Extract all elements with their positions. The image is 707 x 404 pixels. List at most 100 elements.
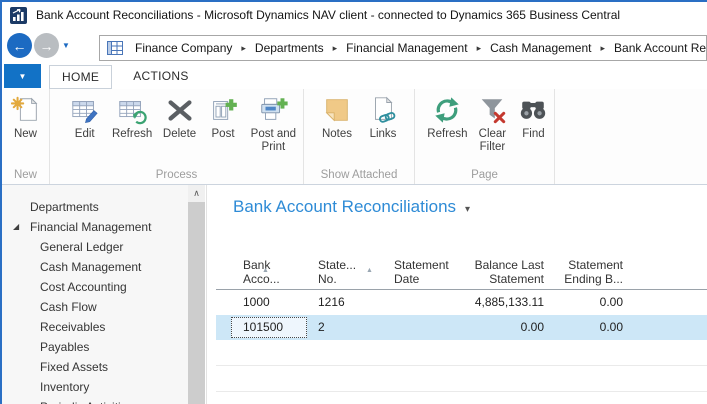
breadcrumb-separator-icon: ▸ bbox=[477, 43, 482, 54]
sidebar-item-payables[interactable]: Payables bbox=[2, 337, 188, 357]
button-label: Notes bbox=[322, 128, 352, 141]
column-header-statement-ending-balance[interactable]: Statement Ending B... bbox=[547, 258, 627, 286]
find-button[interactable]: Find bbox=[513, 94, 554, 141]
ribbon-tab-row: ▼ HOME ACTIONS bbox=[2, 63, 707, 89]
button-label: Find bbox=[522, 128, 544, 141]
cell-statement-ending-balance[interactable]: 0.00 bbox=[547, 315, 627, 340]
links-chain-icon bbox=[367, 94, 399, 126]
dynamics-nav-app-icon bbox=[10, 7, 27, 24]
button-label: Edit bbox=[75, 128, 95, 141]
sidebar-item-financial-management[interactable]: ◢ Financial Management bbox=[2, 217, 188, 237]
button-label: New bbox=[14, 128, 37, 141]
cell-balance-last-statement[interactable]: 0.00 bbox=[462, 315, 547, 340]
sidebar-item-label: Fixed Assets bbox=[40, 360, 108, 374]
content-area: Departments ◢ Financial Management Genera… bbox=[2, 185, 707, 404]
back-button[interactable]: ← bbox=[7, 33, 32, 58]
table-row[interactable]: 1000 1216 4,885,133.11 0.00 bbox=[216, 290, 707, 315]
list-page: Bank Account Reconciliations ▾ Bank Acco.… bbox=[206, 185, 707, 404]
sidebar-item-general-ledger[interactable]: General Ledger bbox=[2, 237, 188, 257]
sidebar-item-cost-accounting[interactable]: Cost Accounting bbox=[2, 277, 188, 297]
breadcrumb-item[interactable]: Bank Account Reco bbox=[614, 41, 707, 55]
title-bar: Bank Account Reconciliations - Microsoft… bbox=[2, 2, 707, 28]
button-label: Delete bbox=[163, 128, 196, 141]
column-header-statement-date[interactable]: Statement Date bbox=[382, 258, 462, 286]
list-page-icon bbox=[107, 41, 123, 55]
table-row-selected[interactable]: 101500 2 0.00 0.00 bbox=[216, 315, 707, 340]
sidebar-item-receivables[interactable]: Receivables bbox=[2, 317, 188, 337]
ribbon-group-label: Page bbox=[415, 169, 554, 181]
sidebar-scrollbar[interactable]: ∧ bbox=[188, 185, 205, 404]
empty-grid-row bbox=[216, 366, 707, 392]
cell-bank-account-no[interactable]: 101500 bbox=[216, 315, 306, 340]
sidebar-item-label: Payables bbox=[40, 340, 89, 354]
sidebar-item-label: General Ledger bbox=[40, 240, 123, 254]
sidebar-item-departments[interactable]: Departments bbox=[2, 197, 188, 217]
delete-button[interactable]: Delete bbox=[157, 94, 202, 141]
breadcrumb-separator-icon: ▸ bbox=[241, 43, 246, 54]
page-title-dropdown-icon[interactable]: ▾ bbox=[465, 204, 470, 215]
ribbon-group-page: Refresh Clear Filter bbox=[415, 89, 555, 184]
sort-asc-icon: ▲ bbox=[366, 267, 373, 274]
scroll-up-icon[interactable]: ∧ bbox=[188, 185, 205, 202]
binoculars-icon bbox=[517, 94, 549, 126]
column-header-bank-account-no[interactable]: Bank Acco... bbox=[216, 258, 306, 286]
sidebar-item-cash-flow[interactable]: Cash Flow bbox=[2, 297, 188, 317]
button-label: Refresh bbox=[427, 128, 467, 141]
focused-cell[interactable]: 101500 bbox=[231, 317, 307, 338]
breadcrumb-item[interactable]: Finance Company bbox=[135, 41, 232, 55]
sort-asc-icon: ▲ bbox=[262, 267, 269, 274]
scrollbar-thumb[interactable] bbox=[188, 202, 205, 404]
sidebar-item-label: Financial Management bbox=[30, 220, 151, 234]
button-label: Clear Filter bbox=[472, 128, 513, 154]
refresh-page-button[interactable]: Refresh bbox=[423, 94, 472, 141]
sidebar-item-periodic-activities[interactable]: ▷ Periodic Activities bbox=[2, 397, 188, 404]
refresh-table-icon bbox=[116, 94, 148, 126]
tree-expanded-icon[interactable]: ◢ bbox=[13, 217, 19, 237]
cell-statement-date[interactable] bbox=[382, 290, 462, 315]
column-label: Statement bbox=[462, 272, 544, 286]
tab-home[interactable]: HOME bbox=[49, 65, 112, 89]
tab-actions[interactable]: ACTIONS bbox=[121, 65, 200, 87]
breadcrumb-item[interactable]: Departments bbox=[255, 41, 324, 55]
sidebar-item-fixed-assets[interactable]: Fixed Assets bbox=[2, 357, 188, 377]
ribbon-group-spacer bbox=[555, 89, 707, 184]
column-label: Bank bbox=[243, 258, 306, 272]
navigation-pane: Departments ◢ Financial Management Genera… bbox=[2, 185, 188, 404]
clear-filter-button[interactable]: Clear Filter bbox=[472, 94, 513, 154]
links-button[interactable]: Links bbox=[360, 94, 406, 141]
history-dropdown-icon[interactable]: ▼ bbox=[62, 41, 70, 50]
post-and-print-button[interactable]: Post and Print bbox=[244, 94, 303, 154]
sidebar-item-cash-management[interactable]: Cash Management bbox=[2, 257, 188, 277]
cell-bank-account-no[interactable]: 1000 bbox=[216, 290, 306, 315]
clear-filter-icon bbox=[476, 94, 508, 126]
sticky-note-icon bbox=[321, 94, 353, 126]
forward-button[interactable]: → bbox=[34, 33, 59, 58]
edit-button[interactable]: Edit bbox=[62, 94, 107, 141]
sidebar-item-label: Inventory bbox=[40, 380, 89, 394]
ribbon-group-show-attached: Notes Links bbox=[304, 89, 415, 184]
notes-button[interactable]: Notes bbox=[314, 94, 360, 141]
refresh-record-button[interactable]: Refresh bbox=[107, 94, 156, 141]
ribbon-group-process: Edit Refresh bbox=[50, 89, 304, 184]
column-header-balance-last-statement[interactable]: Balance Last Statement bbox=[462, 258, 547, 286]
app-window: Bank Account Reconciliations - Microsoft… bbox=[0, 0, 707, 404]
sidebar-item-label: Departments bbox=[30, 200, 99, 214]
cell-statement-no[interactable]: 2 bbox=[306, 315, 382, 340]
new-button[interactable]: New bbox=[3, 94, 49, 141]
edit-table-icon bbox=[69, 94, 101, 126]
post-button[interactable]: Post bbox=[202, 94, 243, 141]
breadcrumb-item[interactable]: Financial Management bbox=[346, 41, 467, 55]
cell-statement-ending-balance[interactable]: 0.00 bbox=[547, 290, 627, 315]
application-menu-button[interactable]: ▼ bbox=[4, 64, 41, 88]
address-box[interactable]: Finance Company ▸ Departments ▸ Financia… bbox=[99, 35, 707, 61]
sidebar-item-label: Periodic Activities bbox=[40, 400, 133, 404]
ribbon-group-new: New New bbox=[2, 89, 50, 184]
cell-balance-last-statement[interactable]: 4,885,133.11 bbox=[462, 290, 547, 315]
ribbon-group-label: Process bbox=[50, 169, 303, 181]
sidebar-item-inventory[interactable]: Inventory bbox=[2, 377, 188, 397]
page-title-text: Bank Account Reconciliations bbox=[233, 197, 456, 216]
breadcrumb-item[interactable]: Cash Management bbox=[490, 41, 591, 55]
cell-statement-date[interactable] bbox=[382, 315, 462, 340]
tree-collapsed-icon[interactable]: ▷ bbox=[23, 397, 30, 404]
cell-statement-no[interactable]: 1216 bbox=[306, 290, 382, 315]
